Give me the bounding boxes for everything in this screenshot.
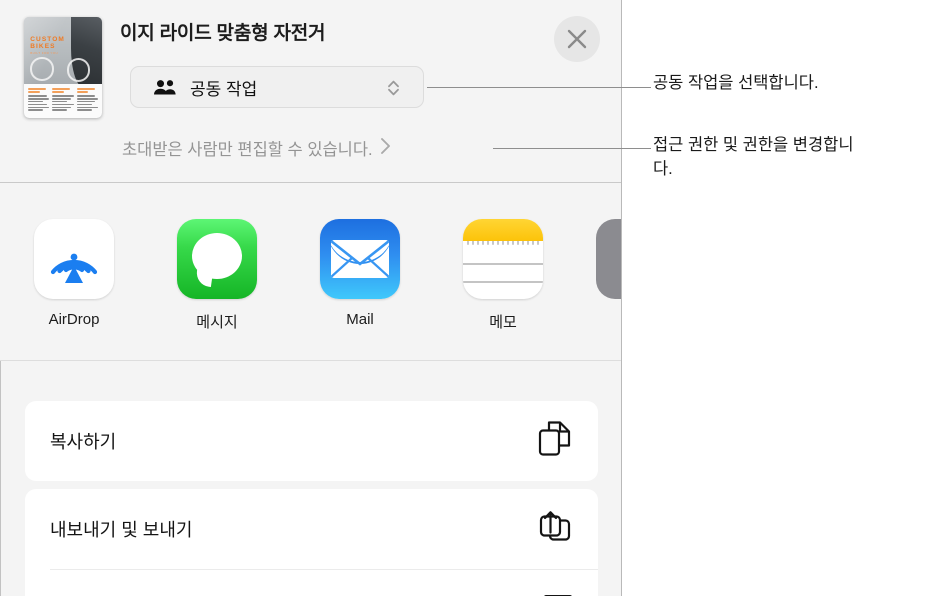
airdrop-icon [34,219,114,299]
app-target-mail[interactable]: Mail [312,219,408,328]
callout-text-2: 접근 권한 및 권한을 변경합니다. [653,136,854,178]
callout-leader-line-2 [493,148,651,149]
thumbnail-column [52,87,74,115]
share-sheet-header: CUSTOM BIKES BUILT FOR YOU 이지 라이드 맞춤형 자전… [0,0,621,183]
collaborate-mode-select[interactable]: 공동 작업 [130,66,424,108]
screenshot-root: CUSTOM BIKES BUILT FOR YOU 이지 라이드 맞춤형 자전… [0,0,926,596]
app-target-messages[interactable]: 메시지 [169,219,265,332]
action-label: 복사하기 [50,432,117,452]
share-sheet-panel: CUSTOM BIKES BUILT FOR YOU 이지 라이드 맞춤형 자전… [0,0,622,596]
copy-icon [538,421,572,462]
notes-icon [463,219,543,299]
collaborate-mode-value: 공동 작업 [190,79,258,99]
notes-perforations [463,241,543,246]
permissions-row[interactable]: 초대받은 사람만 편집할 수 있습니다. [122,136,391,160]
action-row-partial[interactable] [25,569,598,596]
action-list: 복사하기 내보내기 및 보내기 [0,361,621,596]
two-people-icon [153,79,177,95]
app-label: AirDrop [48,311,100,328]
thumbnail-headline-line2: BIKES [30,43,56,51]
thumbnail-column [76,87,98,115]
permissions-label: 초대받은 사람만 편집할 수 있습니다. [122,141,373,159]
action-card-export: 내보내기 및 보내기 [25,489,598,596]
close-button[interactable] [554,16,600,62]
mail-icon [320,219,400,299]
callout-leader-line-1 [427,87,651,88]
chevron-up-down-icon [386,78,401,103]
mail-envelope-flap [331,240,389,278]
export-share-icon [538,509,572,550]
thumbnail-headline-line1: CUSTOM [30,36,65,44]
app-target-more[interactable] [596,219,621,299]
notes-rule [463,281,543,283]
thumbnail-headline: CUSTOM BIKES BUILT FOR YOU [30,36,78,55]
app-label: 메시지 [196,314,238,331]
thumbnail-text-columns [24,83,102,118]
mail-envelope [331,240,389,278]
notes-header-band [463,219,543,241]
thumbnail-wheel-rear [66,58,91,82]
thumbnail-wheel-front [30,57,54,81]
page-title: 이지 라이드 맞춤형 자전거 [120,23,326,44]
callout-text-1: 공동 작업을 선택합니다. [653,74,819,92]
thumbnail-headline-line3: BUILT FOR YOU [30,51,59,56]
app-target-airdrop[interactable]: AirDrop [26,219,122,328]
action-card-copy: 복사하기 [25,401,598,481]
app-label: 메모 [489,314,517,331]
action-row-export[interactable]: 내보내기 및 보내기 [25,489,598,569]
app-label: Mail [346,311,374,328]
action-row-copy[interactable]: 복사하기 [25,401,598,481]
action-label: 내보내기 및 보내기 [50,520,193,540]
messages-icon [177,219,257,299]
thumbnail-column [28,87,50,115]
chevron-right-icon [380,137,391,160]
app-target-notes[interactable]: 메모 [455,219,551,332]
app-target-row: AirDrop 메시지 Mail 메모 [0,183,621,361]
notes-rule [463,263,543,265]
document-thumbnail: CUSTOM BIKES BUILT FOR YOU [24,17,102,118]
messages-bubble [192,233,242,279]
